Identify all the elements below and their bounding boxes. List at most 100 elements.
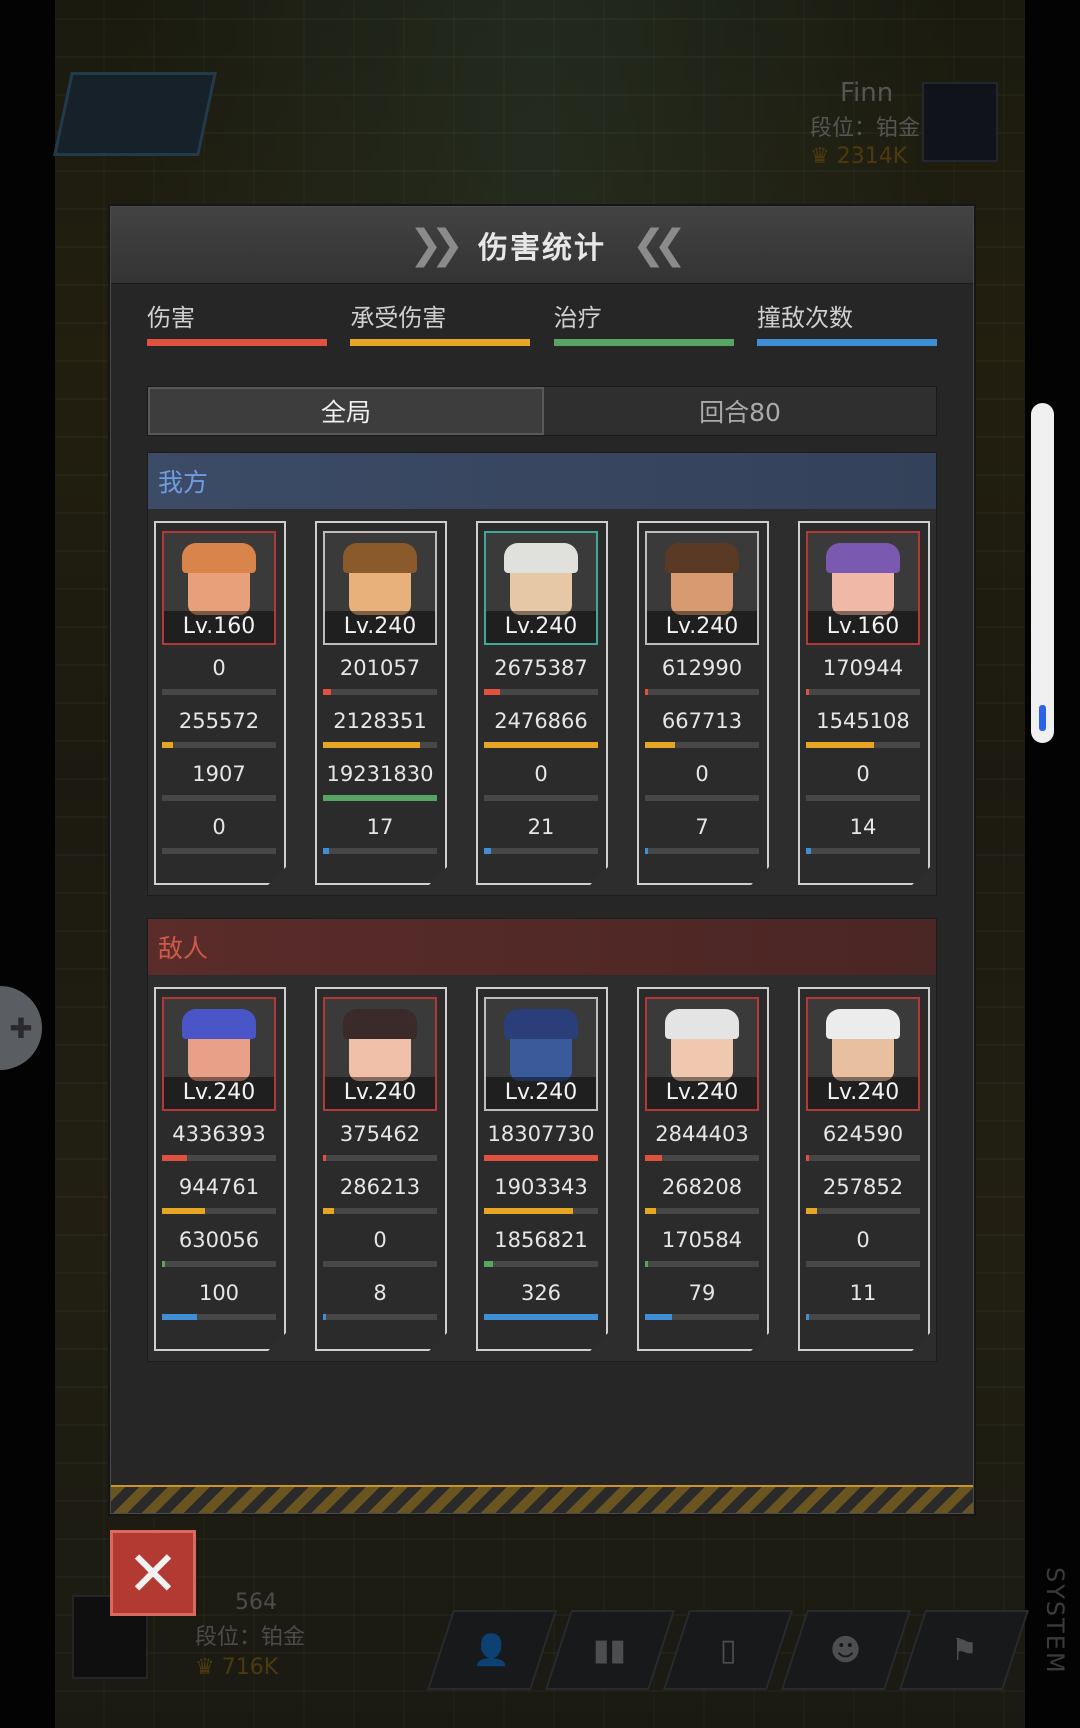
enemy-team-section: 敌人 Lv.240 4336393 944761 630056 100 Lv.240 375… [147, 918, 937, 1362]
stat-bar-fill [806, 1155, 809, 1161]
unit-card[interactable]: Lv.240 612990 667713 0 7 [637, 521, 769, 885]
stat-row: 944761 [162, 1170, 276, 1223]
stat-bar [484, 1261, 598, 1267]
unit-card[interactable]: Lv.240 2675387 2476866 0 21 [476, 521, 608, 885]
stat-value: 18307730 [487, 1122, 595, 1146]
tab-scope-0[interactable]: 全局 [148, 387, 544, 435]
stat-bar-fill [806, 742, 874, 748]
scrollbar-thumb[interactable] [1039, 705, 1046, 731]
stat-bar [645, 689, 759, 695]
unit-card[interactable]: Lv.160 0 255572 1907 0 [154, 521, 286, 885]
hazard-stripe-divider [111, 1485, 973, 1513]
stat-bar [484, 689, 598, 695]
stat-value: 624590 [822, 1122, 904, 1146]
stat-row: 2675387 [484, 651, 598, 704]
stat-bar-fill [806, 848, 811, 854]
stat-value: 375462 [339, 1122, 421, 1146]
stat-bar [323, 1208, 437, 1214]
stat-bar-fill [162, 1155, 187, 1161]
unit-card[interactable]: Lv.160 170944 1545108 0 14 [798, 521, 930, 885]
stat-value: 8 [373, 1281, 387, 1305]
tab-scope-1[interactable]: 回合80 [544, 387, 936, 435]
stat-value: 2476866 [494, 709, 588, 733]
stat-row: 624590 [806, 1117, 920, 1170]
unit-stats: 4336393 944761 630056 100 [162, 1117, 276, 1329]
category-2: 治疗 [553, 298, 734, 346]
unit-level: Lv.160 [164, 611, 274, 643]
stat-row: 630056 [162, 1223, 276, 1276]
stat-bar [162, 1261, 276, 1267]
close-x-icon: ✕ [127, 1536, 179, 1610]
stat-bar [162, 742, 276, 748]
stat-bar-fill [806, 1208, 817, 1214]
category-label: 承受伤害 [350, 304, 447, 332]
stat-value: 0 [212, 656, 226, 680]
puzzle-icon: ✚ [9, 1011, 33, 1045]
enemy-team-header: 敌人 [148, 919, 936, 975]
stat-value: 11 [849, 1281, 877, 1305]
unit-hair [504, 1009, 578, 1039]
stat-value: 21 [527, 815, 555, 839]
stat-row: 0 [323, 1223, 437, 1276]
stat-value: 14 [849, 815, 877, 839]
unit-card[interactable]: Lv.240 18307730 1903343 1856821 326 [476, 987, 608, 1351]
ally-team-section: 我方 Lv.160 0 255572 1907 0 Lv.240 201057 2128351… [147, 452, 937, 896]
panel-title: 伤害统计 [478, 231, 606, 266]
stat-bar-fill [484, 1208, 573, 1214]
stat-row: 0 [162, 810, 276, 863]
stat-bar [323, 1314, 437, 1320]
stat-row: 170584 [645, 1223, 759, 1276]
chevron-right-icon: ❯❯ [408, 222, 464, 268]
stat-bar-fill [162, 742, 173, 748]
stat-value: 0 [212, 815, 226, 839]
stat-value: 1903343 [494, 1175, 588, 1199]
stat-bar [645, 742, 759, 748]
unit-level: Lv.240 [164, 1077, 274, 1109]
unit-card[interactable]: Lv.240 375462 286213 0 8 [315, 987, 447, 1351]
stat-row: 11 [806, 1276, 920, 1329]
scrollbar[interactable] [1031, 403, 1054, 743]
unit-level: Lv.240 [486, 611, 596, 643]
unit-card[interactable]: Lv.240 201057 2128351 19231830 17 [315, 521, 447, 885]
unit-hair [343, 1009, 417, 1039]
stat-bar [806, 742, 920, 748]
stat-row: 612990 [645, 651, 759, 704]
stat-bar [484, 1208, 598, 1214]
stat-bar-fill [645, 1208, 656, 1214]
unit-portrait: Lv.240 [645, 531, 759, 645]
unit-level: Lv.240 [647, 611, 757, 643]
unit-card[interactable]: Lv.240 624590 257852 0 11 [798, 987, 930, 1351]
stat-row: 201057 [323, 651, 437, 704]
ally-team-header: 我方 [148, 453, 936, 509]
stat-value: 100 [198, 1281, 240, 1305]
category-color-line [756, 339, 937, 346]
category-color-line [147, 339, 327, 346]
stat-row: 7 [645, 810, 759, 863]
stat-value: 17 [366, 815, 394, 839]
stat-bar [484, 1314, 598, 1320]
unit-card[interactable]: Lv.240 2844403 268208 170584 79 [637, 987, 769, 1351]
category-legend: 伤害 承受伤害 治疗 撞敌次数 [111, 298, 973, 346]
stat-value: 19231830 [326, 762, 434, 786]
stat-row: 21 [484, 810, 598, 863]
close-button[interactable]: ✕ [110, 1530, 196, 1616]
stat-bar [323, 795, 437, 801]
enemy-cards: Lv.240 4336393 944761 630056 100 Lv.240 375462… [148, 975, 936, 1361]
unit-level: Lv.240 [325, 1077, 435, 1109]
stat-row: 14 [806, 810, 920, 863]
stat-bar-fill [645, 1261, 648, 1267]
stat-bar-fill [323, 742, 420, 748]
stat-bar [806, 795, 920, 801]
unit-stats: 2844403 268208 170584 79 [645, 1117, 759, 1329]
stat-bar-fill [484, 1261, 493, 1267]
stat-bar [806, 1261, 920, 1267]
system-watermark: SYSTEM [1041, 1567, 1069, 1675]
category-label: 撞敌次数 [756, 304, 853, 332]
stat-value: 2844403 [655, 1122, 749, 1146]
stat-bar-fill [484, 1155, 598, 1161]
stat-bar [806, 1155, 920, 1161]
unit-card[interactable]: Lv.240 4336393 944761 630056 100 [154, 987, 286, 1351]
unit-level: Lv.160 [808, 611, 918, 643]
stat-value: 612990 [661, 656, 743, 680]
stat-value: 0 [373, 1228, 387, 1252]
